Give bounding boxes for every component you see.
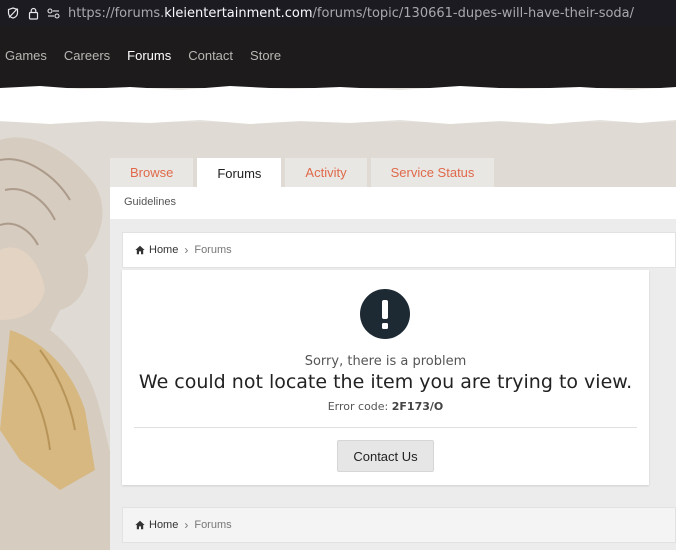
breadcrumb: Home › Forums — [122, 232, 676, 268]
chevron-right-icon: › — [184, 518, 189, 532]
breadcrumb-home-label: Home — [149, 519, 179, 531]
breadcrumb-current[interactable]: Forums — [194, 519, 231, 531]
error-panel: Sorry, there is a problem We could not l… — [122, 270, 649, 485]
guidelines-link[interactable]: Guidelines — [124, 196, 176, 208]
nav-store[interactable]: Store — [250, 48, 281, 63]
breadcrumb-home[interactable]: Home — [135, 244, 178, 256]
home-icon — [135, 245, 145, 255]
breadcrumb-current[interactable]: Forums — [194, 244, 231, 256]
nav-contact[interactable]: Contact — [188, 48, 233, 63]
nav-careers[interactable]: Careers — [64, 48, 110, 63]
lock-icon[interactable] — [26, 6, 40, 20]
browser-address-bar: https://forums.kleientertainment.com/for… — [0, 0, 676, 26]
error-code: Error code: 2F173/O — [327, 400, 444, 413]
error-subtitle: Sorry, there is a problem — [304, 354, 467, 369]
character-illustration — [0, 137, 112, 550]
chevron-right-icon: › — [184, 243, 189, 257]
exclamation-icon — [360, 289, 410, 339]
permissions-icon[interactable] — [46, 6, 60, 20]
tab-forums[interactable]: Forums — [197, 158, 282, 188]
breadcrumb-home-label: Home — [149, 244, 179, 256]
contact-us-button[interactable]: Contact Us — [337, 440, 434, 472]
nav-games[interactable]: Games — [5, 48, 47, 63]
site-navigation: Games Careers Forums Contact Store — [0, 26, 676, 88]
divider — [134, 427, 637, 428]
tab-service-status[interactable]: Service Status — [370, 158, 495, 187]
forum-tabs: Browse Forums Activity Service Status — [110, 158, 498, 188]
url-field[interactable]: https://forums.kleientertainment.com/for… — [68, 6, 634, 21]
main-content: Home › Forums Sorry, there is a problem … — [110, 219, 676, 550]
torn-paper-edge — [0, 86, 676, 124]
tab-browse[interactable]: Browse — [110, 158, 194, 187]
error-headline: We could not locate the item you are try… — [138, 371, 633, 393]
sub-tab-bar: Guidelines — [110, 187, 676, 219]
tab-activity[interactable]: Activity — [285, 158, 367, 187]
nav-forums[interactable]: Forums — [127, 48, 171, 63]
error-code-value: 2F173/O — [391, 400, 444, 413]
tracking-protection-icon[interactable] — [6, 6, 20, 20]
home-icon — [135, 520, 145, 530]
breadcrumb-home[interactable]: Home — [135, 519, 178, 531]
breadcrumb-bottom: Home › Forums — [122, 507, 676, 543]
